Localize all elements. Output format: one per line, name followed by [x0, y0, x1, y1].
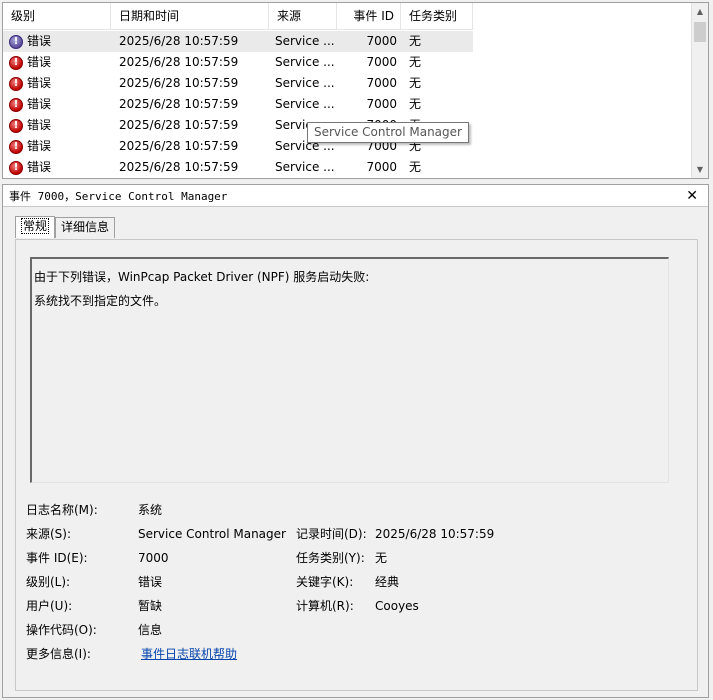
cell-source: Service ...: [275, 55, 335, 69]
table-row[interactable]: ! 错误 2025/6/28 10:57:59 Service ... 7000 无: [3, 157, 693, 178]
table-row[interactable]: ! 错误 2025/6/28 10:57:59 Service ... 7000 无: [3, 52, 693, 73]
error-icon: !: [9, 34, 23, 49]
level-text: 错误: [27, 160, 52, 174]
table-row[interactable]: ! 错误 2025/6/28 10:57:59 Service ... 7000 无: [3, 31, 693, 52]
close-icon[interactable]: ✕: [686, 185, 698, 207]
event-log-online-help-link[interactable]: 事件日志联机帮助: [141, 642, 237, 666]
cell-datetime: 2025/6/28 10:57:59: [119, 76, 239, 90]
cell-task: 无: [409, 76, 422, 90]
table-row[interactable]: ! 错误 2025/6/28 10:57:59 Service ... 7000 无: [3, 73, 693, 94]
error-icon: !: [9, 55, 23, 70]
cell-task: 无: [409, 55, 422, 69]
value-level: 错误: [138, 575, 163, 589]
error-icon: !: [9, 97, 23, 112]
value-source: Service Control Manager: [138, 527, 286, 541]
level-text: 错误: [27, 34, 52, 48]
value-keywords: 经典: [375, 575, 400, 589]
cell-event-id: 7000: [366, 55, 397, 69]
label-source: 来源(S):: [26, 527, 72, 541]
cell-level: ! 错误: [3, 52, 111, 73]
column-header-level[interactable]: 级别: [3, 3, 111, 30]
cell-source: Service ...: [275, 160, 335, 174]
cell-level: ! 错误: [3, 115, 111, 136]
cell-datetime: 2025/6/28 10:57:59: [119, 97, 239, 111]
detail-tabs: 常规 详细信息: [15, 216, 116, 239]
label-opcode: 操作代码(O):: [26, 623, 97, 637]
label-event-id: 事件 ID(E):: [26, 551, 88, 565]
value-event-id: 7000: [138, 551, 169, 565]
message-line-2: 系统找不到指定的文件。: [34, 294, 167, 308]
cell-task: 无: [401, 31, 473, 52]
label-more-info: 更多信息(I):: [26, 647, 91, 661]
cell-datetime: 2025/6/28 10:57:59: [119, 160, 239, 174]
event-detail-pane: 事件 7000，Service Control Manager ✕ 常规 详细信…: [2, 184, 709, 698]
value-task: 无: [375, 551, 388, 565]
column-header-event-id[interactable]: 事件 ID: [337, 3, 401, 30]
cell-level: ! 错误: [3, 157, 111, 178]
cell-source: Service ...: [269, 31, 337, 52]
level-text: 错误: [27, 118, 52, 132]
column-header-source[interactable]: 来源: [269, 3, 337, 30]
vertical-scrollbar[interactable]: ▲ ▼: [691, 3, 708, 178]
cell-event-id: 7000: [366, 160, 397, 174]
cell-task: 无: [409, 160, 422, 174]
label-user: 用户(U):: [26, 599, 73, 613]
error-icon: !: [9, 139, 23, 154]
level-text: 错误: [27, 97, 52, 111]
event-list[interactable]: 级别 日期和时间 来源 事件 ID 任务类别 ! 错误 2025/6/28 10:5…: [2, 2, 709, 179]
label-level: 级别(L):: [26, 575, 71, 589]
cell-source: Service ...: [275, 97, 335, 111]
cell-datetime: 2025/6/28 10:57:59: [111, 31, 269, 52]
scroll-down-arrow-icon[interactable]: ▼: [692, 161, 708, 178]
tab-details[interactable]: 详细信息: [55, 217, 116, 238]
scroll-up-arrow-icon[interactable]: ▲: [692, 3, 708, 20]
tab-general-content: 由于下列错误，WinPcap Packet Driver (NPF) 服务启动失…: [15, 239, 698, 691]
value-user: 暂缺: [138, 599, 163, 613]
scroll-thumb[interactable]: [694, 22, 706, 42]
cell-source: Service ...: [275, 76, 335, 90]
value-log-name: 系统: [138, 503, 163, 517]
label-computer: 计算机(R):: [296, 599, 354, 613]
error-icon: !: [9, 118, 23, 133]
cell-datetime: 2025/6/28 10:57:59: [119, 118, 239, 132]
label-task: 任务类别(Y):: [296, 551, 365, 565]
column-header-task[interactable]: 任务类别: [401, 3, 473, 30]
error-icon: !: [9, 160, 23, 175]
value-opcode: 信息: [138, 623, 163, 637]
cell-level: ! 错误: [3, 31, 111, 52]
source-tooltip: Service Control Manager: [307, 122, 469, 143]
tab-general[interactable]: 常规: [15, 216, 56, 238]
value-logged: 2025/6/28 10:57:59: [375, 527, 495, 541]
level-text: 错误: [27, 76, 52, 90]
message-line-1: 由于下列错误，WinPcap Packet Driver (NPF) 服务启动失…: [34, 270, 370, 284]
event-rows: ! 错误 2025/6/28 10:57:59 Service ... 7000 无! 错误…: [3, 31, 693, 178]
level-text: 错误: [27, 55, 52, 69]
level-text: 错误: [27, 139, 52, 153]
detail-titlebar: 事件 7000，Service Control Manager ✕: [3, 185, 708, 207]
cell-task: 无: [409, 97, 422, 111]
cell-event-id: 7000: [366, 97, 397, 111]
cell-level: ! 错误: [3, 94, 111, 115]
cell-datetime: 2025/6/28 10:57:59: [119, 139, 239, 153]
column-header-datetime[interactable]: 日期和时间: [111, 3, 269, 30]
cell-datetime: 2025/6/28 10:57:59: [119, 55, 239, 69]
event-message-box[interactable]: 由于下列错误，WinPcap Packet Driver (NPF) 服务启动失…: [30, 257, 669, 483]
cell-event-id: 7000: [337, 31, 401, 52]
cell-event-id: 7000: [366, 76, 397, 90]
table-row[interactable]: ! 错误 2025/6/28 10:57:59 Service ... 7000 无: [3, 94, 693, 115]
detail-title: 事件 7000，Service Control Manager: [9, 190, 228, 203]
list-header: 级别 日期和时间 来源 事件 ID 任务类别: [3, 3, 693, 30]
cell-level: ! 错误: [3, 73, 111, 94]
label-log-name: 日志名称(M):: [26, 503, 98, 517]
error-icon: !: [9, 76, 23, 91]
label-logged: 记录时间(D):: [296, 527, 367, 541]
tab-general-label: 常规: [21, 218, 50, 234]
label-keywords: 关键字(K):: [296, 575, 354, 589]
value-computer: Cooyes: [375, 599, 419, 613]
cell-level: ! 错误: [3, 136, 111, 157]
